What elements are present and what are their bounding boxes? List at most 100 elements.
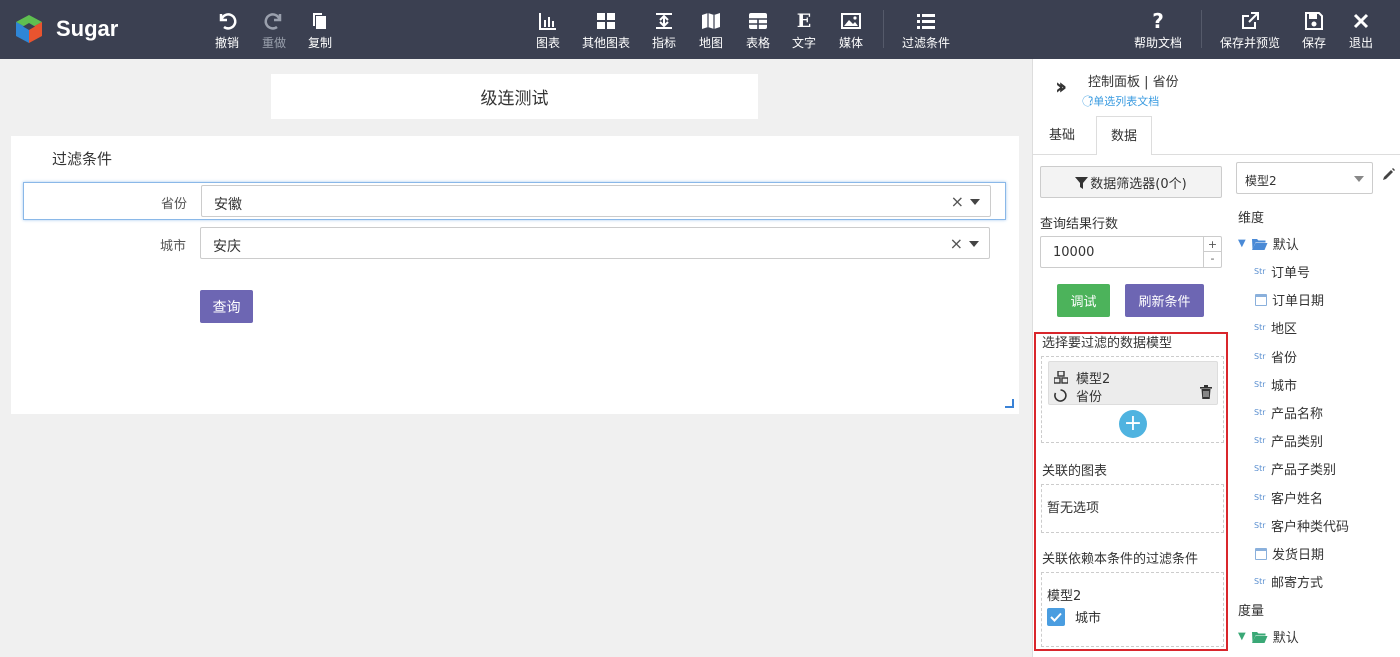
dimension-field-item[interactable]: Str 产品名称 [1254,403,1323,422]
exit-button[interactable]: 退出 [1348,10,1374,51]
model-select[interactable]: 模型2 [1236,162,1373,194]
query-rows-value: 10000 [1053,245,1095,260]
caret-down-icon[interactable] [970,199,980,205]
copy-button[interactable]: 复制 [307,10,333,51]
other-chart-button[interactable]: 其他图表 [582,10,630,51]
panel-title: 控制面板 | 省份 [1088,75,1179,90]
dimension-field-item[interactable]: Str 产品类别 [1254,431,1323,450]
save-preview-button[interactable]: 保存并预览 [1220,10,1280,51]
bar-chart-icon [539,13,556,30]
copy-icon [313,13,326,29]
dimension-field-item[interactable]: Str 地区 [1254,318,1297,337]
dimension-field-item[interactable]: 发货日期 [1254,544,1324,563]
clear-icon[interactable]: × [950,234,963,253]
map-icon [702,13,720,29]
field-name: 订单日期 [1272,294,1325,310]
dimension-field-item[interactable]: Str 省份 [1254,347,1297,366]
measure-folder[interactable]: ▼ 默认 [1238,627,1299,646]
chevron-down-icon: ▼ [1238,631,1246,642]
caret-down-icon[interactable] [969,241,979,247]
checkbox-checked[interactable] [1047,607,1065,626]
query-rows-input[interactable]: 10000 + - [1040,236,1222,268]
city-select[interactable]: 安庆 × [200,227,990,259]
dimension-field-item[interactable]: Str 订单号 [1254,262,1310,281]
filter-card[interactable]: 过滤条件 省份 安徽 × 城市 安庆 × 查询 [11,136,1019,414]
query-rows-label: 查询结果行数 [1040,217,1119,232]
undo-button[interactable]: 撤销 [214,10,240,51]
field-name: 产品类别 [1271,435,1324,451]
increment-button[interactable]: + [1203,237,1221,252]
caret-down-icon [1354,176,1364,182]
check-icon [1050,612,1062,622]
save-button[interactable]: 保存 [1301,10,1327,51]
calendar-icon [1255,293,1267,306]
toolbar-divider [1201,10,1202,48]
doc-link[interactable]: ?⃝单选列表文档 [1088,93,1159,109]
external-link-icon [1242,12,1259,29]
dimension-header: 维度 [1238,211,1265,226]
query-button[interactable]: 查询 [200,290,253,323]
filter-row-city[interactable]: 城市 安庆 × [23,225,1006,263]
report-title[interactable]: 级连测试 [271,74,758,119]
linked-charts-zone: 暂无选项 [1041,484,1224,533]
select-model-label: 选择要过滤的数据模型 [1042,336,1173,351]
filter-label: 城市 [159,239,186,254]
collapse-panel-icon[interactable]: ›› [1055,75,1067,100]
dimension-field-item[interactable]: Str 邮寄方式 [1254,572,1323,591]
string-type-icon: Str [1254,577,1266,587]
string-type-icon: Str [1254,436,1266,446]
dependent-filters-zone: 模型2 城市 [1041,572,1224,647]
text-button[interactable]: E 文字 [791,10,817,51]
panel-header: ›› 控制面板 | 省份 ?⃝单选列表文档 [1033,59,1400,116]
decrement-button[interactable]: - [1203,252,1221,267]
filter-row-province[interactable]: 省份 安徽 × [23,182,1006,220]
top-toolbar: Sugar 撤销 重做 复制 图表 其他图表 指标 地图 表格 E 文字 媒体 [0,0,1400,59]
map-button[interactable]: 地图 [698,10,724,51]
dimension-field-item[interactable]: Str 客户种类代码 [1254,516,1349,535]
model-name: 模型2 [1076,372,1111,387]
help-button[interactable]: ? 帮助文档 [1134,10,1182,51]
list-icon [917,14,935,29]
field-name: 客户种类代码 [1271,519,1350,535]
table-icon [749,13,767,29]
filter-button[interactable]: 过滤条件 [902,10,950,51]
dimension-folder[interactable]: ▼ 默认 [1238,234,1299,253]
grid-icon [597,13,615,29]
dependent-filters-label: 关联依赖本条件的过滤条件 [1042,552,1199,567]
model-item[interactable]: 模型2 省份 [1048,361,1218,405]
resize-handle[interactable] [1005,399,1014,408]
data-filter-button[interactable]: 数据筛选器(0个) [1040,166,1222,198]
floppy-icon [1305,12,1323,30]
redo-button[interactable]: 重做 [261,10,287,51]
question-icon: ? [1152,9,1164,33]
dimension-field-item[interactable]: Str 客户姓名 [1254,488,1323,507]
province-select[interactable]: 安徽 × [201,185,991,217]
panel-tabs: 基础 数据 [1033,116,1400,156]
refresh-button[interactable]: 刷新条件 [1125,284,1204,317]
pencil-icon[interactable] [1382,167,1396,181]
dimension-field-item[interactable]: Str 产品子类别 [1254,459,1336,478]
brand: Sugar [14,14,118,44]
tab-data[interactable]: 数据 [1096,116,1153,156]
trash-icon[interactable] [1200,385,1212,399]
debug-button[interactable]: 调试 [1057,284,1110,317]
dependent-filter-item[interactable]: 城市 [1047,607,1101,626]
table-button[interactable]: 表格 [745,10,771,51]
string-type-icon: Str [1254,379,1266,389]
clear-icon[interactable]: × [951,192,964,211]
field-name: 产品名称 [1271,407,1324,422]
design-canvas: 级连测试 过滤条件 省份 安徽 × 城市 安庆 × 查询 [0,59,1032,657]
redo-icon [264,13,282,30]
chart-button[interactable]: 图表 [535,10,561,51]
field-name: 邮寄方式 [1271,576,1324,592]
field-name: 地区 [1271,322,1298,338]
tab-basic[interactable]: 基础 [1035,116,1089,155]
media-button[interactable]: 媒体 [838,10,864,51]
dimension-field-item[interactable]: Str 城市 [1254,375,1297,394]
indicator-button[interactable]: 指标 [651,10,677,51]
string-type-icon: Str [1254,520,1266,530]
dimension-field-item[interactable]: 订单日期 [1254,290,1324,309]
add-model-button[interactable]: + [1119,410,1147,438]
cubes-icon [1054,371,1068,384]
string-type-icon: Str [1254,323,1266,333]
